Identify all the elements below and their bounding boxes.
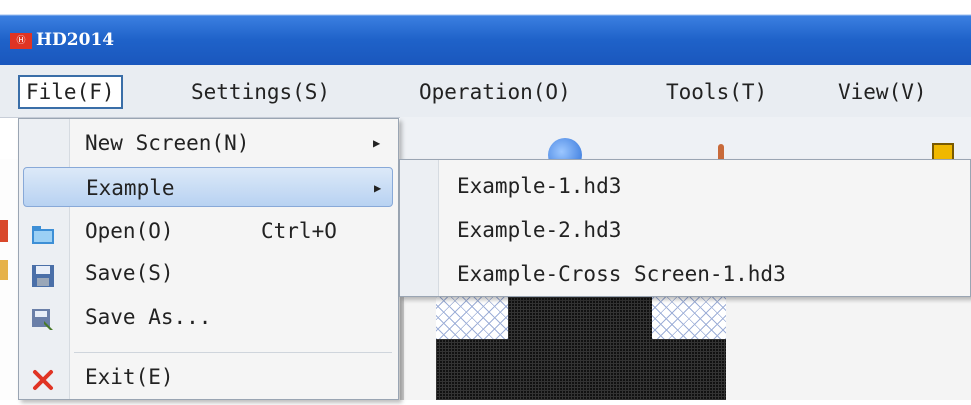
menu-item-shortcut: Ctrl+O — [261, 219, 337, 243]
file-menu-dropdown: New Screen(N) ▶ Example ▶ Open(O) Ctrl+O… — [18, 118, 399, 400]
menu-item-new-screen[interactable]: New Screen(N) ▶ — [23, 123, 393, 163]
submenu-item-example-1[interactable]: Example-1.hd3 — [457, 166, 621, 206]
menu-tools[interactable]: Tools(T) — [660, 75, 773, 109]
folder-open-icon — [31, 219, 55, 244]
menu-item-label: Example — [86, 176, 175, 200]
canvas-pixel-area — [436, 339, 726, 400]
menu-item-label: Save As... — [85, 305, 212, 329]
close-x-icon — [31, 365, 55, 390]
menu-item-label: Exit(E) — [85, 365, 174, 389]
menu-item-open[interactable]: Open(O) Ctrl+O — [23, 211, 393, 251]
menu-file[interactable]: File(F) — [18, 75, 123, 109]
canvas-hatch-right — [652, 297, 726, 339]
submenu-arrow-icon: ▶ — [374, 181, 382, 195]
save-as-icon — [31, 305, 55, 330]
app-logo-icon: Ⓗ — [10, 33, 32, 49]
menu-item-label: Open(O) — [85, 219, 174, 243]
menu-operation[interactable]: Operation(O) — [413, 75, 577, 109]
screen-canvas[interactable] — [436, 297, 726, 400]
menu-item-save-as[interactable]: Save As... — [23, 297, 393, 337]
menu-item-label: New Screen(N) — [85, 131, 250, 155]
menu-settings[interactable]: Settings(S) — [185, 75, 336, 109]
submenu-item-example-cross-screen-1[interactable]: Example-Cross Screen-1.hd3 — [457, 254, 786, 294]
menu-item-example[interactable]: Example ▶ — [23, 167, 393, 207]
submenu-item-example-2[interactable]: Example-2.hd3 — [457, 210, 621, 250]
menu-view[interactable]: View(V) — [832, 75, 933, 109]
menu-separator — [74, 352, 392, 353]
toolbar — [400, 117, 971, 159]
submenu-icon-column — [400, 160, 439, 296]
left-strip-red-icon[interactable] — [0, 220, 8, 242]
canvas-hatch-left — [436, 297, 508, 339]
app-title: HD2014 — [36, 30, 115, 50]
example-submenu: Example-1.hd3 Example-2.hd3 Example-Cros… — [399, 159, 971, 297]
left-pane-tool-strip — [0, 210, 18, 290]
menu-item-label: Save(S) — [85, 261, 174, 285]
menu-item-exit[interactable]: Exit(E) — [23, 357, 393, 397]
floppy-disk-icon — [31, 261, 55, 287]
submenu-arrow-icon: ▶ — [373, 136, 381, 150]
menu-item-save[interactable]: Save(S) — [23, 253, 393, 293]
menu-bar: File(F) Settings(S) Operation(O) Tools(T… — [0, 65, 971, 118]
left-strip-folder-icon[interactable] — [0, 260, 8, 280]
title-bar: Ⓗ HD2014 — [0, 0, 971, 65]
